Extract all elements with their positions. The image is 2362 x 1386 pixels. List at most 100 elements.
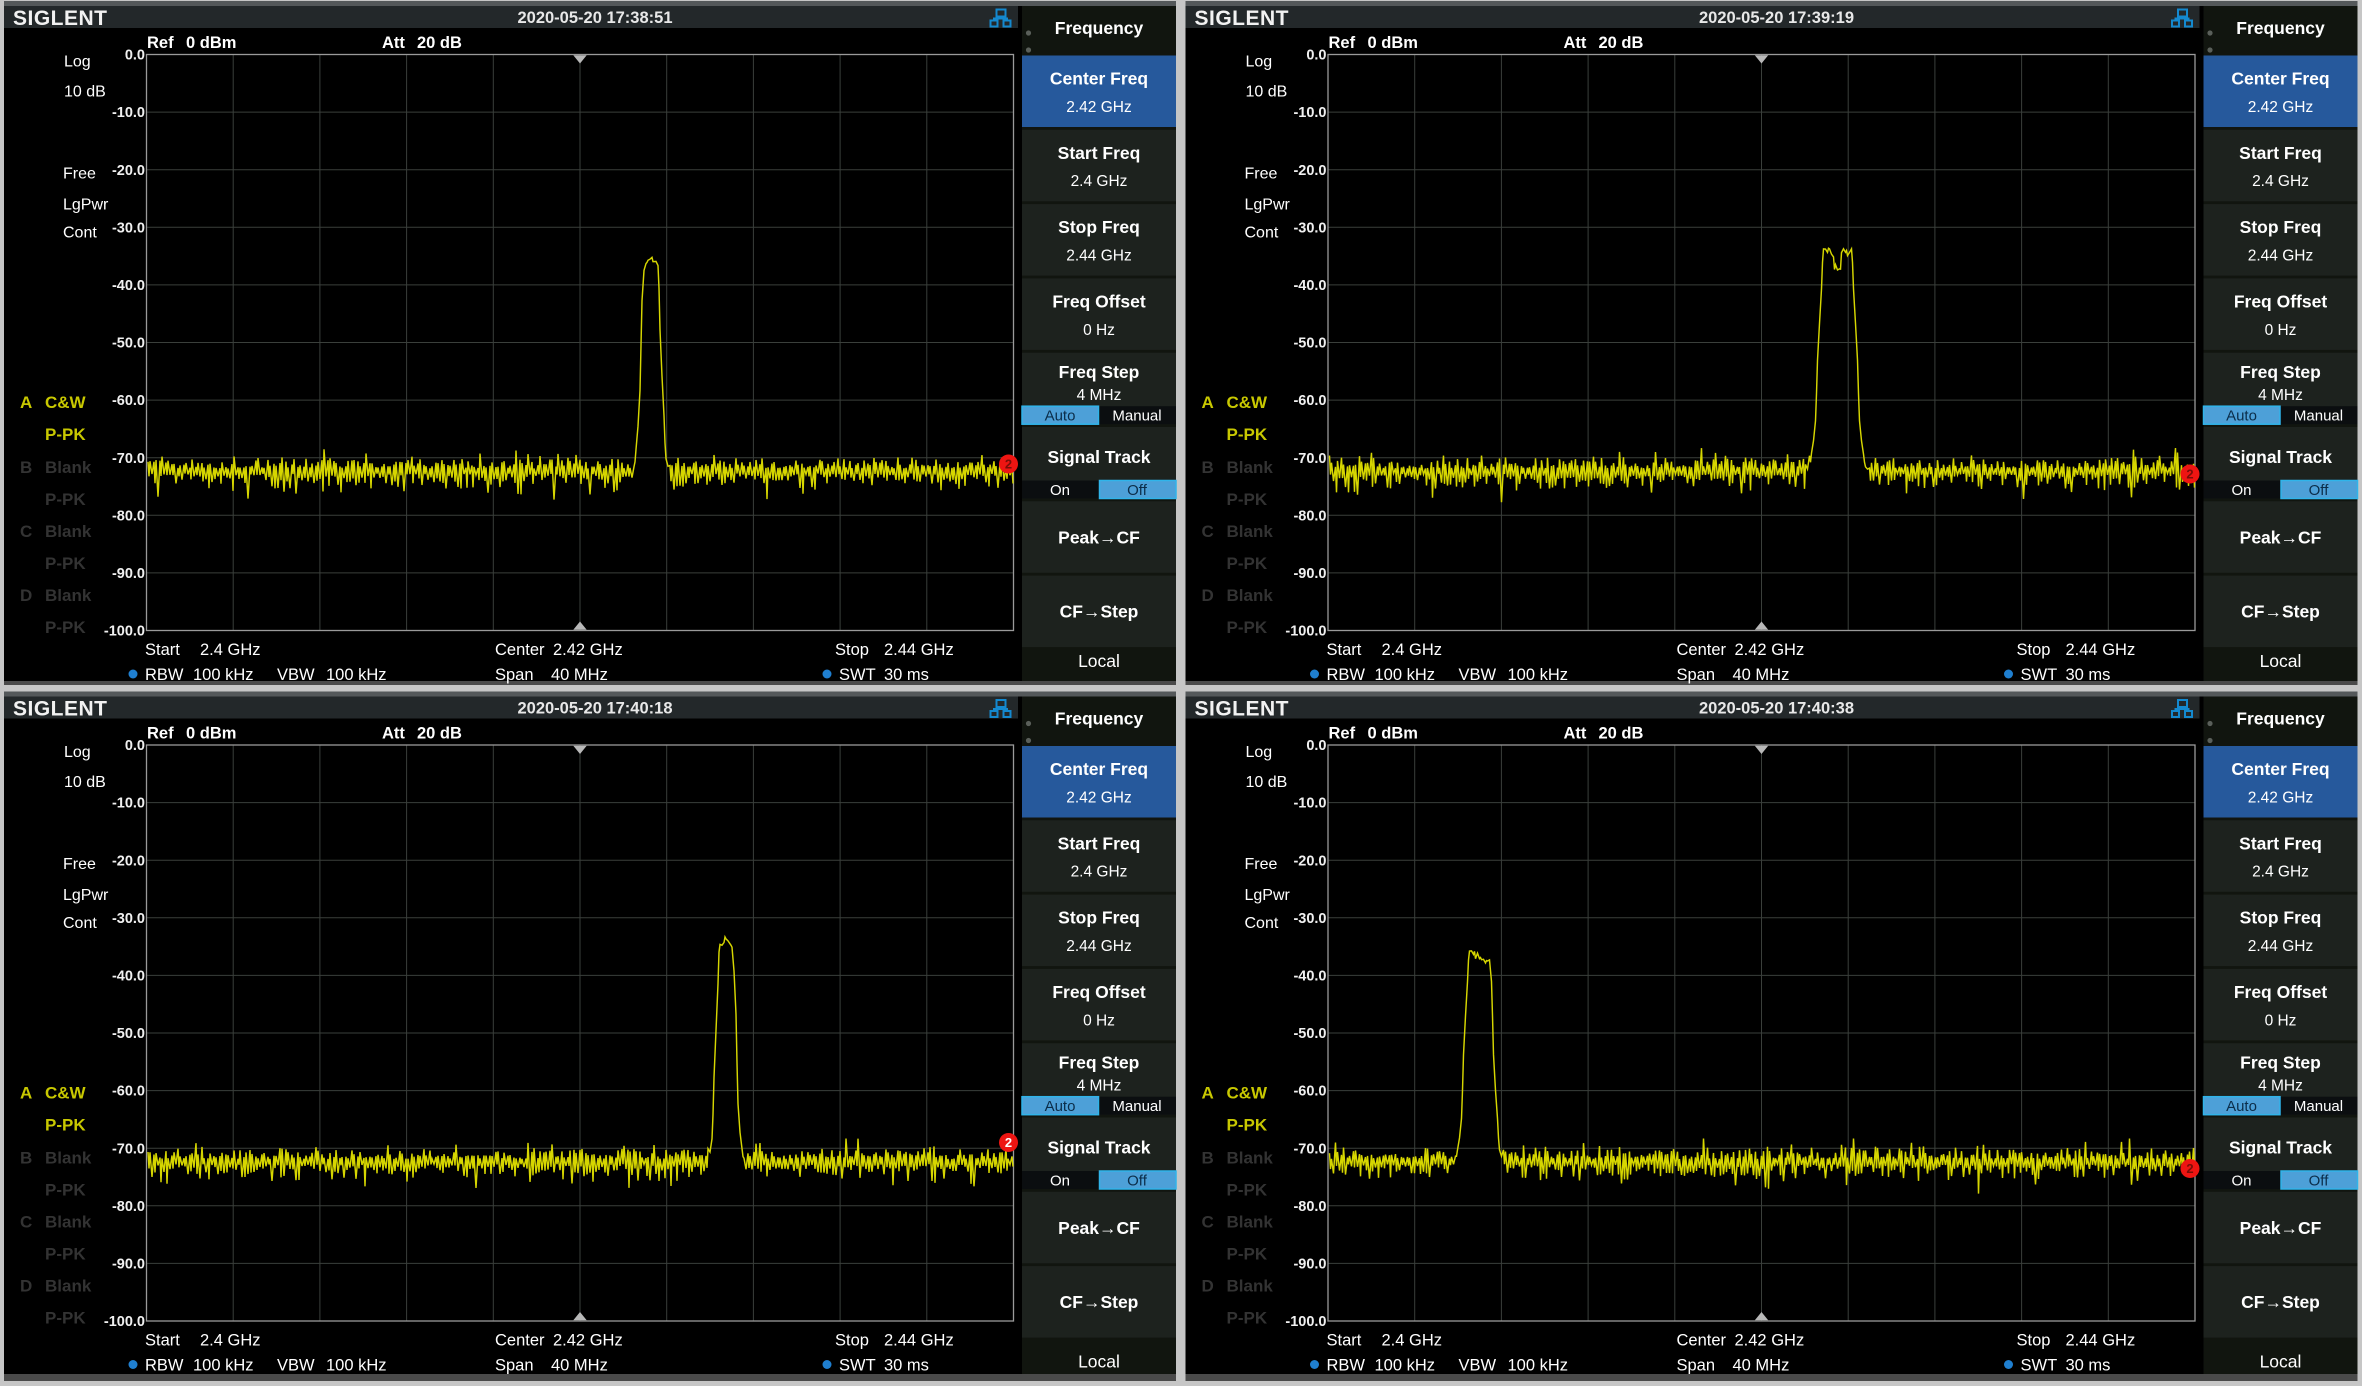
svg-text:SIGLENT: SIGLENT xyxy=(1195,697,1290,720)
svg-text:A: A xyxy=(1202,393,1214,412)
svg-text:P-PK: P-PK xyxy=(1227,425,1268,444)
svg-text:P-PK: P-PK xyxy=(1227,1244,1268,1263)
svg-text:SIGLENT: SIGLENT xyxy=(13,697,108,720)
svg-text:-100.0: -100.0 xyxy=(1285,624,1326,640)
svg-text:2.4 GHz: 2.4 GHz xyxy=(1382,641,1443,659)
svg-text:Att: Att xyxy=(1564,724,1587,742)
svg-text:Center: Center xyxy=(495,1331,545,1349)
svg-text:100 kHz: 100 kHz xyxy=(326,666,387,684)
svg-text:Span: Span xyxy=(1677,1356,1716,1374)
svg-text:30 ms: 30 ms xyxy=(2066,1356,2111,1374)
svg-text:2.44 GHz: 2.44 GHz xyxy=(2066,641,2136,659)
svg-text:-10.0: -10.0 xyxy=(1293,796,1326,812)
svg-text:2020-05-20 17:38:51: 2020-05-20 17:38:51 xyxy=(517,9,672,27)
svg-text:Auto: Auto xyxy=(1045,1098,1076,1115)
svg-text:-50.0: -50.0 xyxy=(112,1026,145,1042)
svg-text:Stop: Stop xyxy=(835,1331,869,1349)
svg-text:Att: Att xyxy=(382,724,405,742)
svg-text:LgPwr: LgPwr xyxy=(63,197,109,214)
svg-text:D: D xyxy=(1202,586,1214,605)
svg-text:Stop Freq: Stop Freq xyxy=(1058,908,1140,928)
svg-text:Frequency: Frequency xyxy=(2236,18,2325,38)
svg-text:-50.0: -50.0 xyxy=(1293,1026,1326,1042)
svg-text:2.42 GHz: 2.42 GHz xyxy=(1735,641,1805,659)
svg-text:Free: Free xyxy=(1245,856,1278,873)
svg-text:Free: Free xyxy=(1245,166,1278,183)
svg-text:Free: Free xyxy=(63,856,96,873)
svg-text:0 dBm: 0 dBm xyxy=(1368,724,1418,742)
svg-text:4 MHz: 4 MHz xyxy=(2258,387,2303,404)
svg-text:C&W: C&W xyxy=(45,1083,87,1102)
svg-text:P-PK: P-PK xyxy=(45,1115,86,1134)
svg-text:Span: Span xyxy=(495,1356,534,1374)
svg-text:0 Hz: 0 Hz xyxy=(1083,322,1115,339)
svg-text:0 dBm: 0 dBm xyxy=(1368,34,1418,52)
svg-text:Ref: Ref xyxy=(1329,34,1356,52)
svg-text:Stop: Stop xyxy=(2017,1331,2051,1349)
svg-text:-100.0: -100.0 xyxy=(1285,1314,1326,1330)
svg-text:40 MHz: 40 MHz xyxy=(1733,666,1790,684)
svg-text:0 dBm: 0 dBm xyxy=(186,724,236,742)
svg-text:Start Freq: Start Freq xyxy=(2239,143,2322,163)
svg-text:Start Freq: Start Freq xyxy=(2239,833,2322,853)
svg-text:Blank: Blank xyxy=(1227,522,1274,541)
svg-text:40 MHz: 40 MHz xyxy=(551,1356,608,1374)
svg-text:RBW: RBW xyxy=(1327,666,1366,684)
svg-text:4 MHz: 4 MHz xyxy=(2258,1078,2303,1095)
svg-text:B: B xyxy=(1202,458,1214,477)
svg-text:C&W: C&W xyxy=(1227,1083,1269,1102)
svg-text:Signal Track: Signal Track xyxy=(2229,447,2332,467)
svg-text:P-PK: P-PK xyxy=(1227,1180,1268,1199)
svg-text:100 kHz: 100 kHz xyxy=(326,1356,387,1374)
svg-text:Att: Att xyxy=(382,34,405,52)
svg-text:Ref: Ref xyxy=(1329,724,1356,742)
svg-text:Start Freq: Start Freq xyxy=(1058,143,1141,163)
svg-text:Freq Step: Freq Step xyxy=(2240,362,2321,382)
svg-text:Blank: Blank xyxy=(1227,1276,1274,1295)
svg-text:Stop: Stop xyxy=(835,641,869,659)
svg-text:-100.0: -100.0 xyxy=(104,1314,145,1330)
svg-text:-20.0: -20.0 xyxy=(112,853,145,869)
svg-text:-30.0: -30.0 xyxy=(112,220,145,236)
svg-text:-10.0: -10.0 xyxy=(112,105,145,121)
svg-text:P-PK: P-PK xyxy=(45,490,86,509)
svg-text:P-PK: P-PK xyxy=(1227,1308,1268,1327)
svg-text:Blank: Blank xyxy=(1227,586,1274,605)
svg-text:2.4 GHz: 2.4 GHz xyxy=(200,1331,261,1349)
svg-text:Log: Log xyxy=(64,54,91,71)
svg-text:-80.0: -80.0 xyxy=(112,1199,145,1215)
svg-text:Blank: Blank xyxy=(45,1276,92,1295)
svg-text:CF→Step: CF→Step xyxy=(1060,602,1139,622)
svg-text:2: 2 xyxy=(2186,1161,2193,1176)
svg-text:C: C xyxy=(20,1212,32,1231)
svg-text:-60.0: -60.0 xyxy=(1293,393,1326,409)
svg-text:Center Freq: Center Freq xyxy=(1050,759,1148,779)
svg-text:Auto: Auto xyxy=(2226,407,2257,424)
svg-text:SWT: SWT xyxy=(2021,1356,2058,1374)
svg-text:C&W: C&W xyxy=(45,393,87,412)
svg-text:Off: Off xyxy=(1127,1172,1148,1189)
svg-text:Signal Track: Signal Track xyxy=(1047,447,1150,467)
svg-text:2: 2 xyxy=(1005,1135,1012,1150)
svg-text:Blank: Blank xyxy=(45,458,92,477)
svg-text:LgPwr: LgPwr xyxy=(1245,197,1291,214)
svg-text:Blank: Blank xyxy=(1227,1148,1274,1167)
svg-text:20 dB: 20 dB xyxy=(417,34,462,52)
svg-text:-60.0: -60.0 xyxy=(1293,1084,1326,1100)
svg-text:Cont: Cont xyxy=(63,225,97,242)
svg-text:Blank: Blank xyxy=(45,1212,92,1231)
svg-text:Freq Offset: Freq Offset xyxy=(2234,292,2328,312)
svg-text:4 MHz: 4 MHz xyxy=(1077,387,1122,404)
svg-text:C: C xyxy=(1202,522,1214,541)
svg-text:Manual: Manual xyxy=(2294,1098,2343,1115)
svg-text:Log: Log xyxy=(1246,744,1273,761)
svg-text:Signal Track: Signal Track xyxy=(2229,1138,2332,1158)
svg-text:CF→Step: CF→Step xyxy=(2241,1292,2320,1312)
svg-text:Local: Local xyxy=(1078,651,1120,671)
svg-text:Local: Local xyxy=(2260,651,2302,671)
svg-text:-70.0: -70.0 xyxy=(1293,451,1326,467)
svg-text:B: B xyxy=(1202,1148,1214,1167)
svg-text:SWT: SWT xyxy=(2021,666,2058,684)
svg-text:Free: Free xyxy=(63,166,96,183)
svg-text:100 kHz: 100 kHz xyxy=(193,666,254,684)
